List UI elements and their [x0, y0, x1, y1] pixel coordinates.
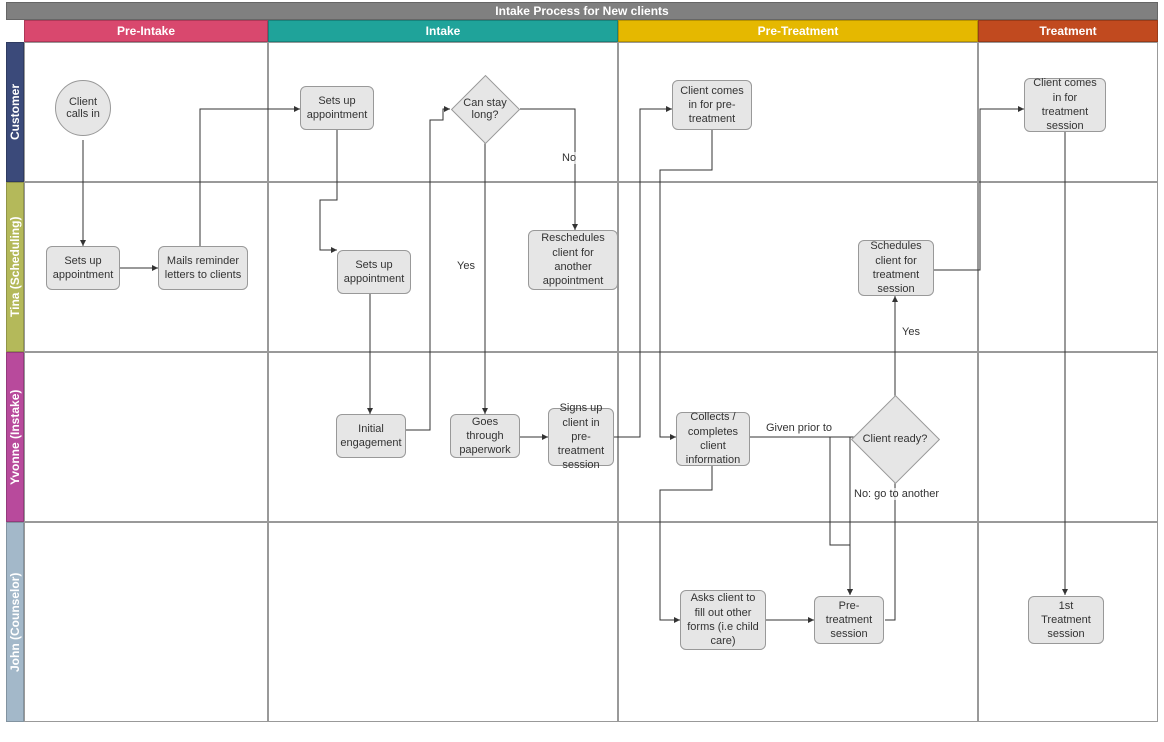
node-text: 1st Treatment session: [1033, 599, 1099, 642]
node-text: Asks client to fill out other forms (i.e…: [685, 591, 761, 648]
node-text: Client ready?: [859, 429, 932, 449]
node-text: Initial engagement: [340, 422, 401, 451]
node-client-ready: Client ready?: [850, 394, 940, 484]
node-client-calls-in: Client calls in: [55, 80, 111, 136]
edge-label-yes: Yes: [455, 260, 477, 272]
node-mails-reminder: Mails reminder letters to clients: [158, 246, 248, 290]
node-text: Signs up client in pre-treatment session: [553, 401, 609, 472]
node-text: Collects / completes client information: [681, 410, 745, 467]
node-text: Client comes in for pre-treatment: [677, 84, 747, 127]
edge-label-given-prior: Given prior to: [764, 422, 834, 434]
node-text: Client comes in for treatment session: [1029, 76, 1101, 133]
node-first-treatment: 1st Treatment session: [1028, 596, 1104, 644]
node-schedules-treatment: Schedules client for treatment session: [858, 240, 934, 296]
node-sets-up-appt-tina: Sets up appointment: [46, 246, 120, 290]
node-text: Sets up appointment: [51, 254, 115, 283]
node-text: Reschedules client for another appointme…: [533, 231, 613, 288]
node-can-stay-long: Can stay long?: [450, 74, 520, 144]
node-signs-up: Signs up client in pre-treatment session: [548, 408, 614, 466]
node-text: Schedules client for treatment session: [863, 239, 929, 296]
edge-label-yes2: Yes: [900, 326, 922, 338]
node-sets-up-appt-tina2: Sets up appointment: [337, 250, 411, 294]
node-text: Can stay long?: [450, 93, 520, 125]
node-sets-up-appt-customer: Sets up appointment: [300, 86, 374, 130]
node-text: Sets up appointment: [342, 258, 406, 287]
node-text: Pre-treatment session: [819, 599, 879, 642]
node-client-treatment: Client comes in for treatment session: [1024, 78, 1106, 132]
node-text: Client calls in: [62, 96, 104, 120]
node-reschedules: Reschedules client for another appointme…: [528, 230, 618, 290]
swimlane-diagram: Intake Process for New clients Pre-Intak…: [0, 0, 1164, 742]
node-asks-client: Asks client to fill out other forms (i.e…: [680, 590, 766, 650]
node-text: Goes through paperwork: [455, 415, 515, 458]
edge-label-no: No: [560, 152, 578, 164]
connectors: [0, 0, 1164, 742]
node-pretreat-session: Pre-treatment session: [814, 596, 884, 644]
node-text: Mails reminder letters to clients: [163, 254, 243, 283]
node-collects: Collects / completes client information: [676, 412, 750, 466]
node-initial-engagement: Initial engagement: [336, 414, 406, 458]
node-goes-through: Goes through paperwork: [450, 414, 520, 458]
node-client-pretreat: Client comes in for pre-treatment: [672, 80, 752, 130]
node-text: Sets up appointment: [305, 94, 369, 123]
edge-label-no-go: No: go to another: [852, 488, 941, 500]
